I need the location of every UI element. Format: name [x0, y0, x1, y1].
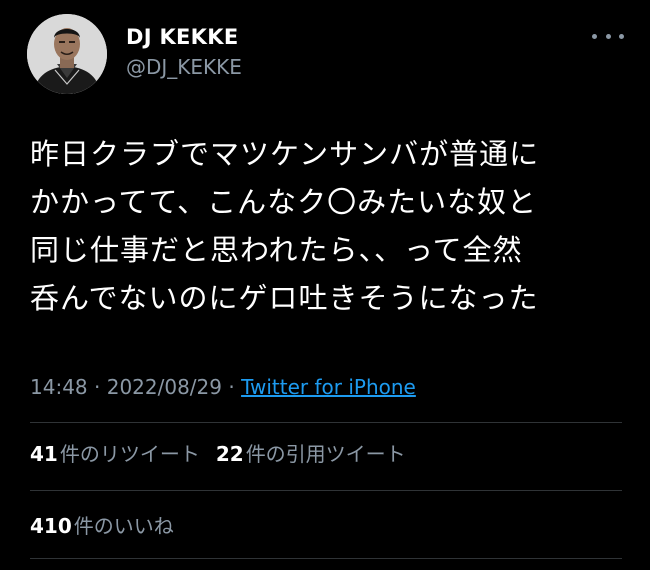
display-name[interactable]: DJ KEKKE — [126, 24, 238, 50]
divider — [30, 422, 622, 423]
likes-stat[interactable]: 410 件のいいね — [30, 514, 174, 538]
likes-row: 410 件のいいね — [30, 512, 174, 540]
meta-separator: · — [228, 375, 235, 399]
tweet-text-line: 呑んでないのにゲロ吐きそうになった — [30, 281, 539, 315]
divider — [30, 490, 622, 491]
tweet-text: 昨日クラブでマツケンサンバが普通に かかってて、こんなク〇みたいな奴と 同じ仕事… — [30, 130, 630, 322]
likes-count: 410 — [30, 514, 72, 538]
tweet-text-line: 昨日クラブでマツケンサンバが普通に — [30, 137, 540, 171]
tweet-date[interactable]: 2022/08/29 — [107, 375, 222, 399]
tweet-meta: 14:48 · 2022/08/29 · Twitter for iPhone — [30, 373, 416, 401]
dot — [619, 33, 624, 39]
retweets-stat[interactable]: 41 件のリツイート — [30, 440, 200, 468]
user-handle[interactable]: @DJ_KEKKE — [126, 54, 242, 80]
avatar[interactable] — [27, 14, 107, 94]
tweet-time[interactable]: 14:48 — [30, 375, 88, 399]
tweet-detail: DJ KEKKE @DJ_KEKKE 昨日クラブでマツケンサンバが普通に かかっ… — [0, 0, 650, 570]
dot — [605, 33, 611, 39]
divider — [30, 558, 622, 559]
retweets-label: 件のリツイート — [59, 442, 200, 466]
tweet-source-link[interactable]: Twitter for iPhone — [241, 375, 416, 399]
user-avatar-icon — [27, 14, 107, 94]
tweet-text-line: かかってて、こんなク〇みたいな奴と — [30, 185, 538, 219]
quotes-label: 件の引用ツイート — [245, 442, 406, 466]
meta-separator: · — [94, 375, 101, 399]
quotes-stat[interactable]: 22 件の引用ツイート — [216, 440, 406, 468]
likes-label: 件のいいね — [73, 514, 174, 538]
engagement-row: 41 件のリツイート 22 件の引用ツイート — [30, 440, 406, 468]
tweet-text-line: 同じ仕事だと思われたら、、って全然 — [30, 233, 523, 267]
quotes-count: 22 — [215, 442, 244, 466]
retweets-count: 41 — [30, 442, 58, 466]
more-options-icon[interactable] — [592, 26, 624, 46]
dot — [592, 33, 597, 39]
